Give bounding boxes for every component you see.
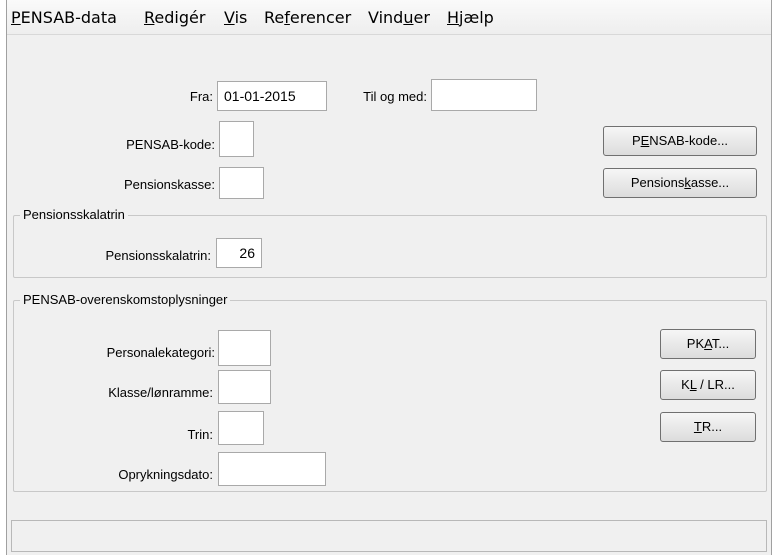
- trin-field[interactable]: [218, 411, 264, 445]
- pensionsskalatrin-group: Pensionsskalatrin: [13, 207, 767, 278]
- personalekategori-field[interactable]: [218, 330, 271, 366]
- til-og-med-label: Til og med:: [363, 89, 427, 104]
- klasse-lonramme-field[interactable]: [218, 370, 271, 404]
- pensionsskalatrin-group-title: Pensionsskalatrin: [20, 207, 128, 222]
- pensab-window: PENSAB-data Redigér Vis Referencer Vindu…: [6, 0, 772, 555]
- menu-hjaelp[interactable]: Hjælp: [447, 8, 494, 27]
- pensionskasse-field[interactable]: [219, 167, 264, 199]
- tr-button[interactable]: TR...: [660, 412, 756, 442]
- pensionsskalatrin-label: Pensionsskalatrin:: [105, 248, 212, 263]
- oprykningsdato-field[interactable]: [218, 452, 326, 486]
- kl-lr-button[interactable]: KL / LR...: [660, 370, 756, 400]
- pensionsskalatrin-field[interactable]: [216, 238, 262, 268]
- menu-pensab-data[interactable]: PENSAB-data: [11, 8, 117, 27]
- pensab-kode-label: PENSAB-kode:: [126, 137, 215, 152]
- klasse-lonramme-label: Klasse/lønramme:: [108, 385, 213, 400]
- fra-label: Fra:: [189, 89, 213, 104]
- til-og-med-field[interactable]: [431, 79, 537, 111]
- pensionskasse-button[interactable]: Pensionskasse...: [603, 168, 757, 198]
- status-bar: [11, 520, 767, 552]
- trin-label: Trin:: [187, 427, 213, 442]
- menu-vis[interactable]: Vis: [224, 8, 247, 27]
- personalekategori-label: Personalekategori:: [106, 345, 215, 360]
- menu-referencer[interactable]: Referencer: [264, 8, 351, 27]
- oprykningsdato-label: Oprykningsdato:: [118, 467, 213, 482]
- pensab-kode-button[interactable]: PENSAB-kode...: [603, 126, 757, 156]
- menu-bar: PENSAB-data Redigér Vis Referencer Vindu…: [7, 0, 771, 35]
- pkat-button[interactable]: PKAT...: [660, 329, 756, 359]
- menu-rediger[interactable]: Redigér: [144, 8, 205, 27]
- overenskomst-group-title: PENSAB-overenskomstoplysninger: [20, 292, 231, 307]
- pensab-kode-field[interactable]: [219, 121, 254, 157]
- pensionskasse-label: Pensionskasse:: [123, 177, 215, 192]
- fra-field[interactable]: [217, 81, 327, 111]
- menu-vinduer[interactable]: Vinduer: [368, 8, 430, 27]
